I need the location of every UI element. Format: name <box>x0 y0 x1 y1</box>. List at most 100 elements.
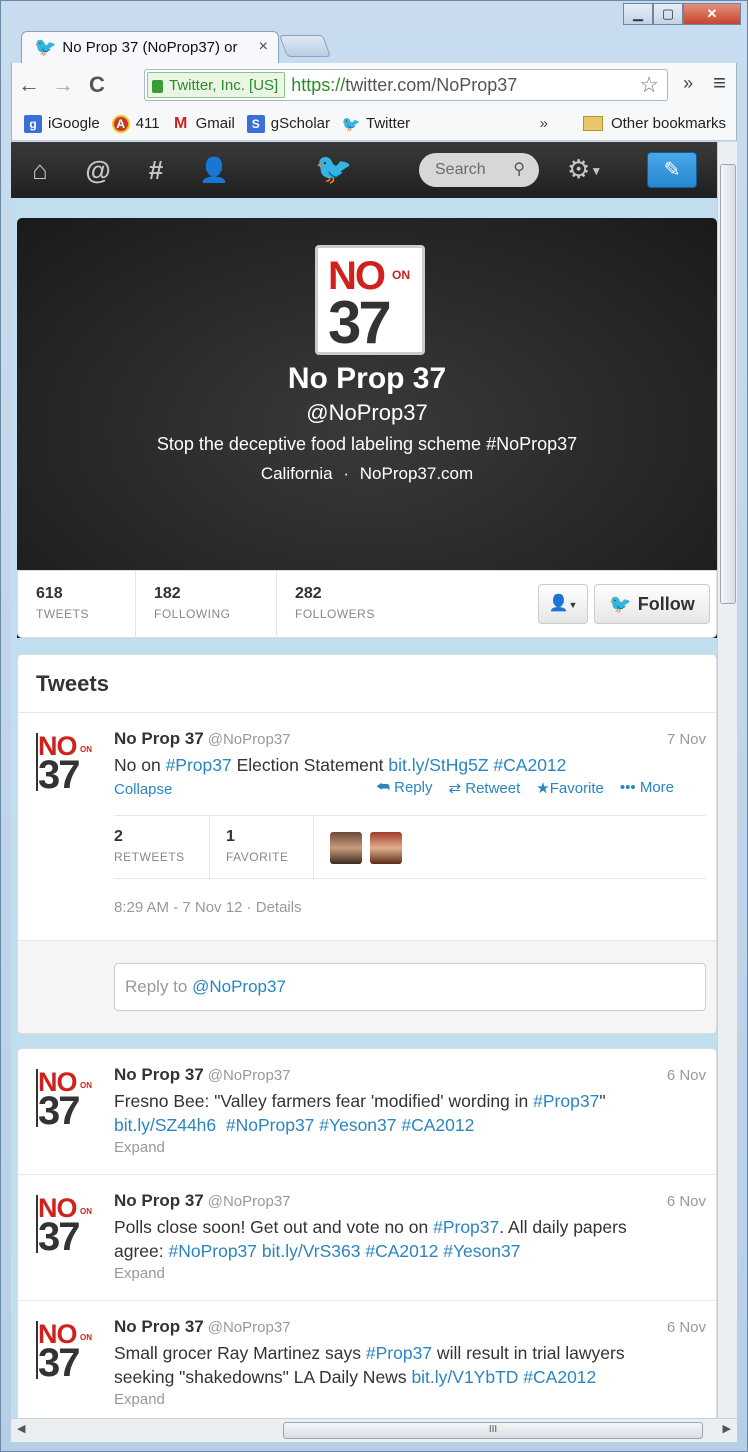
bookmark-gscholar[interactable]: S gScholar <box>246 114 330 133</box>
short-link[interactable]: bit.ly/SZ44h6 <box>114 1115 216 1135</box>
favorite-action[interactable]: ★Favorite <box>536 779 604 797</box>
tweet-time[interactable]: 7 Nov <box>667 731 706 748</box>
stat-tweets[interactable]: 618 TWEETS <box>18 571 136 639</box>
tweet-author[interactable]: No Prop 37 @NoProp37 <box>114 729 291 749</box>
stat-label: FOLLOWING <box>154 607 231 621</box>
reply-input[interactable]: Reply to @NoProp37 <box>114 963 706 1011</box>
tweet-item[interactable]: NO ON 37 No Prop 37 @NoProp37 6 Nov Fresn… <box>18 1049 716 1175</box>
tweet-time[interactable]: 6 Nov <box>667 1067 706 1084</box>
collapse-link[interactable]: Collapse <box>114 781 172 798</box>
follow-button[interactable]: 🐦 Follow <box>594 584 710 624</box>
bookmark-label: iGoogle <box>48 115 100 132</box>
hashtag-link[interactable]: #Prop37 <box>433 1217 499 1237</box>
details-link[interactable]: Details <box>256 899 302 916</box>
short-link[interactable]: bit.ly/StHg5Z <box>388 755 488 775</box>
expand-link[interactable]: Expand <box>114 1139 165 1156</box>
stat-following[interactable]: 182 FOLLOWING <box>136 571 277 639</box>
search-icon[interactable]: ⚲ <box>513 153 525 187</box>
address-bar[interactable]: Twitter, Inc. [US] https:// twitter.com/… <box>144 69 668 101</box>
retweets-stat[interactable]: 2 RETWEETS <box>114 816 210 880</box>
search-input[interactable]: Search ⚲ <box>419 153 539 187</box>
tweet-avatar[interactable]: NO ON 37 <box>36 1319 100 1385</box>
minimize-button[interactable]: ▁ <box>623 3 653 25</box>
tweet-item[interactable]: NO ON 37 No Prop 37 @NoProp37 6 Nov Polls… <box>18 1175 716 1301</box>
tweet-time[interactable]: 6 Nov <box>667 1193 706 1210</box>
logo-on-text: ON <box>392 268 410 282</box>
favorite-label: Favorite <box>549 780 604 797</box>
tweet-author[interactable]: No Prop 37 @NoProp37 <box>114 1317 291 1337</box>
menu-icon[interactable]: ≡ <box>713 70 726 96</box>
hashtag-link[interactable]: #CA2012 <box>401 1115 474 1135</box>
hashtag-link[interactable]: #CA2012 <box>523 1367 596 1387</box>
horizontal-scrollbar[interactable]: ◀ III ▶ <box>11 1418 737 1442</box>
bookmark-star-icon[interactable]: ☆ <box>639 72 659 98</box>
tweet-avatar[interactable]: NO ON 37 <box>36 1193 100 1259</box>
horizontal-scroll-thumb[interactable]: III <box>283 1422 703 1439</box>
tweet-author[interactable]: No Prop 37 @NoProp37 <box>114 1191 291 1211</box>
settings-gear-icon[interactable]: ⚙▼ <box>567 154 602 185</box>
close-window-button[interactable]: ✕ <box>683 3 741 25</box>
stat-followers[interactable]: 282 FOLLOWERS <box>277 571 418 639</box>
tweet-time[interactable]: 6 Nov <box>667 1319 706 1336</box>
expand-link[interactable]: Expand <box>114 1391 165 1408</box>
hashtag-link[interactable]: #Prop37 <box>166 755 232 775</box>
tweet-author[interactable]: No Prop 37 @NoProp37 <box>114 1065 291 1085</box>
user-avatar-thumbnail[interactable] <box>370 832 402 864</box>
hashtag-link[interactable]: #CA2012 <box>365 1241 438 1261</box>
expand-link[interactable]: Expand <box>114 1265 165 1282</box>
back-button[interactable]: ← <box>12 72 46 98</box>
tweet-actions: ⮪ Reply ⇄ Retweet ★Favorite ••• More <box>376 779 674 797</box>
hashtag-link[interactable]: #CA2012 <box>493 755 566 775</box>
retweet-action[interactable]: ⇄ Retweet <box>448 779 520 797</box>
short-link[interactable]: bit.ly/V1YbTD <box>411 1367 518 1387</box>
other-bookmarks-folder[interactable]: Other bookmarks <box>582 115 726 132</box>
discover-icon[interactable]: # <box>127 155 185 186</box>
browser-tab[interactable]: 🐦 No Prop 37 (NoProp37) or × <box>21 31 279 63</box>
user-actions-dropdown[interactable]: 👤▼ <box>538 584 588 624</box>
hashtag-link[interactable]: #NoProp37 <box>226 1115 315 1135</box>
hashtag-link[interactable]: #NoProp37 <box>168 1241 257 1261</box>
more-label: More <box>639 779 675 796</box>
stat-number: 182 <box>154 585 181 602</box>
reply-action[interactable]: ⮪ Reply <box>376 779 432 797</box>
hashtag-link[interactable]: #Prop37 <box>366 1343 432 1363</box>
tab-close-icon[interactable]: × <box>259 38 268 56</box>
extensions-overflow-icon[interactable]: » <box>683 73 693 96</box>
profile-website-link[interactable]: NoProp37.com <box>360 464 473 483</box>
reload-button[interactable]: C <box>80 72 114 98</box>
scroll-right-arrow-icon[interactable]: ▶ <box>723 1422 731 1435</box>
profile-avatar[interactable]: NO ON 37 <box>315 245 425 355</box>
tweet-item[interactable]: NO ON 37 No Prop 37 @NoProp37 6 Nov Small… <box>18 1301 716 1418</box>
hashtag-link[interactable]: #Yeson37 <box>319 1115 396 1135</box>
user-avatar-thumbnail[interactable] <box>330 832 362 864</box>
vertical-scroll-thumb[interactable] <box>720 164 736 604</box>
me-icon[interactable]: 👤 <box>185 156 243 185</box>
favorites-stat[interactable]: 1 FAVORITE <box>210 816 314 880</box>
gmail-icon: M <box>173 114 188 132</box>
connect-icon[interactable]: @ <box>69 155 127 186</box>
ev-certificate-badge[interactable]: Twitter, Inc. [US] <box>147 72 286 98</box>
bookmarks-overflow-icon[interactable]: » <box>540 115 548 132</box>
expanded-tweet[interactable]: NO ON 37 No Prop 37 @NoProp37 7 Nov No on… <box>18 713 716 941</box>
new-tab-button[interactable] <box>278 35 332 57</box>
more-action[interactable]: ••• More <box>620 779 674 797</box>
hashtag-link[interactable]: #Yeson37 <box>443 1241 520 1261</box>
reply-label: Reply <box>394 779 433 796</box>
hashtag-link[interactable]: #Prop37 <box>533 1091 599 1111</box>
tweet-avatar[interactable]: NO ON 37 <box>36 1067 100 1133</box>
bookmark-gmail[interactable]: M Gmail <box>172 115 235 133</box>
scroll-left-arrow-icon[interactable]: ◀ <box>17 1422 25 1435</box>
vertical-scrollbar[interactable] <box>717 142 737 1418</box>
tweet-avatar[interactable]: NO ON 37 <box>36 731 100 797</box>
avatar-on-text: ON <box>80 745 92 754</box>
bookmark-twitter[interactable]: 🐦 Twitter <box>342 115 411 133</box>
maximize-button[interactable]: ▢ <box>653 3 683 25</box>
retweets-label: RETWEETS <box>114 850 185 864</box>
compose-tweet-button[interactable]: ✎ <box>647 152 697 188</box>
logo-37-text: 37 <box>328 289 392 355</box>
short-link[interactable]: bit.ly/VrS363 <box>262 1241 361 1261</box>
home-icon[interactable]: ⌂ <box>11 155 69 186</box>
bookmark-411[interactable]: A 411 <box>111 114 160 133</box>
forward-button[interactable]: → <box>46 72 80 98</box>
bookmark-igoogle[interactable]: g iGoogle <box>24 114 100 133</box>
